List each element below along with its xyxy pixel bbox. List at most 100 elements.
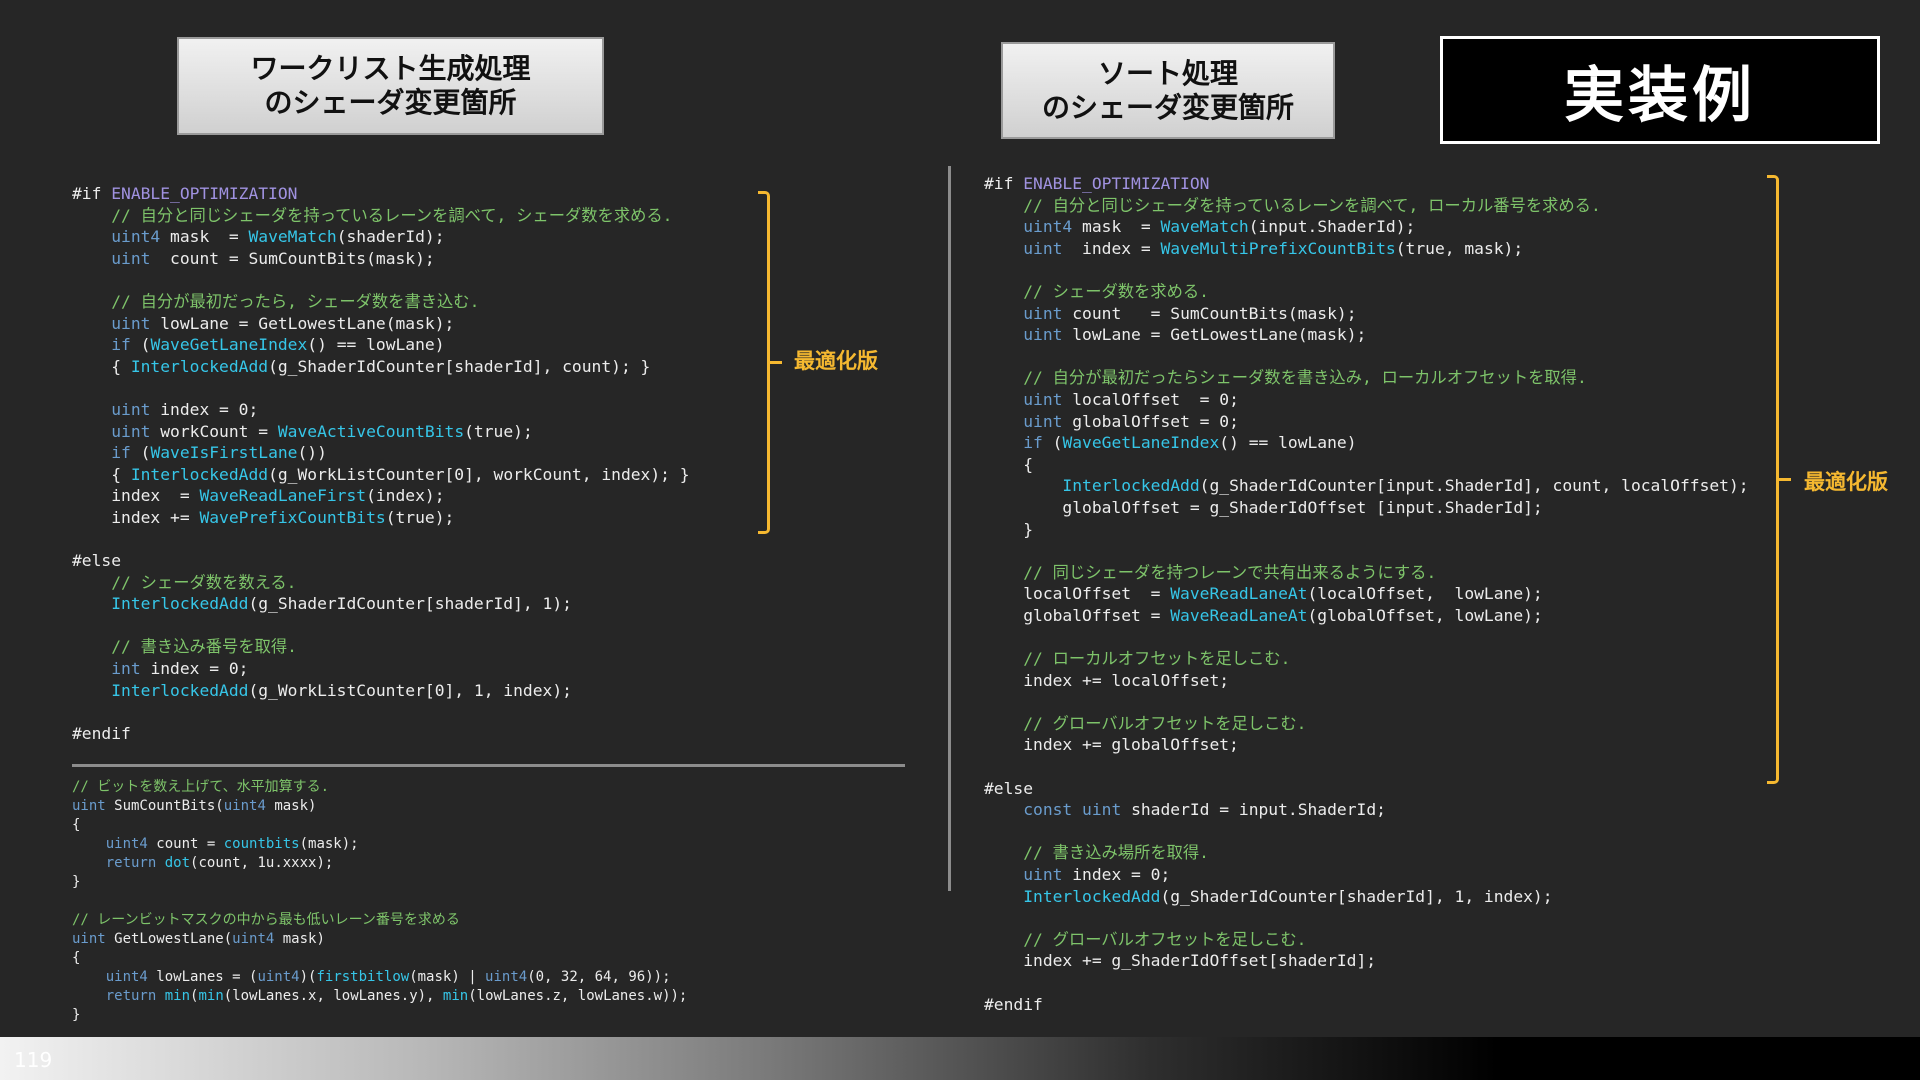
code-token: uint xyxy=(1023,865,1063,884)
code-token: WaveActiveCountBits xyxy=(277,421,465,441)
code-line: { xyxy=(72,816,687,835)
code-token: uint4 xyxy=(257,969,300,985)
code-token: uint xyxy=(111,421,151,441)
code-token: int xyxy=(111,659,141,679)
code-token: #if xyxy=(984,174,1024,193)
code-token: // 書き込み番号を取得. xyxy=(111,637,297,657)
code-line: ​ xyxy=(72,701,690,723)
implementation-example-label: 実装例 xyxy=(1440,36,1880,144)
code-line: uint index = 0; xyxy=(72,399,690,421)
code-token: (g_WorkListCounter[0], workCount, index)… xyxy=(268,464,690,484)
code-token: workCount = xyxy=(150,421,278,441)
code-line: uint4 mask = WaveMatch(shaderId); xyxy=(72,226,690,248)
code-line: if (WaveGetLaneIndex() == lowLane) xyxy=(72,334,690,356)
code-line: } xyxy=(72,873,687,892)
code-line: #if ENABLE_OPTIMIZATION xyxy=(984,173,1749,195)
code-line: uint4 count = countbits(mask); xyxy=(72,835,687,854)
code-token: #else xyxy=(72,551,122,571)
code-line: { InterlockedAdd(g_ShaderIdCounter[shade… xyxy=(72,356,690,378)
code-token: return xyxy=(105,855,157,871)
code-token: globalOffset = xyxy=(984,605,1171,625)
code-token: uint4 xyxy=(223,798,266,814)
code-token: uint xyxy=(72,798,106,814)
code-line: uint4 lowLanes = (uint4)(firstbitlow(mas… xyxy=(72,968,687,987)
code-token: localOffset = xyxy=(984,584,1171,604)
code-token: (globalOffset, lowLane); xyxy=(1307,605,1543,625)
code-token: index = 0; xyxy=(150,399,259,419)
code-line: { xyxy=(72,949,687,968)
code-token: uint xyxy=(1023,325,1063,345)
code-token: lowLane = GetLowestLane(mask); xyxy=(1062,325,1367,345)
code-line: { xyxy=(984,454,1749,476)
code-line: // グローバルオフセットを足しこむ. xyxy=(984,929,1749,951)
optimization-label-left: 最適化版 xyxy=(794,349,878,373)
code-token: WaveGetLaneIndex xyxy=(150,335,308,355)
code-token: WaveMultiPrefixCountBits xyxy=(1160,238,1396,258)
code-token: count = xyxy=(147,836,224,852)
code-token: count = SumCountBits(mask); xyxy=(1062,303,1357,323)
code-line: ​ xyxy=(984,691,1749,713)
code-token: dot xyxy=(164,855,191,871)
code-line: ​ xyxy=(984,756,1749,778)
code-line: // ローカルオフセットを足しこむ. xyxy=(984,648,1749,670)
code-token: // ローカルオフセットを足しこむ. xyxy=(1023,649,1291,669)
code-token: index += g_ShaderIdOffset[shaderId]; xyxy=(984,951,1377,971)
code-line: ​ xyxy=(984,259,1749,281)
code-line: // シェーダ数を求める. xyxy=(984,281,1749,303)
code-token: countbits xyxy=(223,836,300,852)
code-token: () == lowLane) xyxy=(307,335,445,355)
code-token: (input.ShaderId); xyxy=(1248,217,1416,237)
code-token: ENABLE_OPTIMIZATION xyxy=(1023,174,1210,193)
code-token: WaveReadLaneFirst xyxy=(199,486,367,506)
code-token: (true); xyxy=(464,421,533,441)
code-line: ​ xyxy=(984,626,1749,648)
code-token: uint xyxy=(111,248,151,268)
code-token: index = xyxy=(1062,238,1161,258)
code-token: WaveMatch xyxy=(248,227,337,247)
code-line: // グローバルオフセットを足しこむ. xyxy=(984,713,1749,735)
code-line: uint lowLane = GetLowestLane(mask); xyxy=(984,324,1749,346)
code-token: const xyxy=(1023,800,1073,820)
code-line: #if ENABLE_OPTIMIZATION xyxy=(72,183,690,205)
code-line: ​ xyxy=(984,972,1749,994)
code-line: const uint shaderId = input.ShaderId; xyxy=(984,799,1749,821)
optimization-bracket-left xyxy=(758,191,770,534)
code-token: count = SumCountBits(mask); xyxy=(150,248,435,268)
code-token: uint xyxy=(1023,303,1063,323)
utility-code-block: // ビットを数え上げて、水平加算する. uint SumCountBits(ui… xyxy=(72,778,687,1025)
code-token: { xyxy=(984,454,1034,474)
code-token: WaveGetLaneIndex xyxy=(1062,433,1220,453)
code-token: } xyxy=(72,1007,81,1023)
code-token: (g_ShaderIdCounter[shaderId], 1, index); xyxy=(1160,886,1553,906)
code-line: uint count = SumCountBits(mask); xyxy=(984,303,1749,325)
code-token: mask = xyxy=(1072,217,1161,237)
code-line: localOffset = WaveReadLaneAt(localOffset… xyxy=(984,583,1749,605)
code-token: WaveReadLaneAt xyxy=(1170,605,1308,625)
code-token: shaderId = input.ShaderId; xyxy=(1121,800,1386,820)
code-token: // ビットを数え上げて、水平加算する. xyxy=(72,779,330,795)
code-token: WaveMatch xyxy=(1160,217,1249,237)
code-line: index = WaveReadLaneFirst(index); xyxy=(72,485,690,507)
code-token: uint xyxy=(1023,238,1063,258)
code-token: firstbitlow xyxy=(316,969,410,985)
code-token: min xyxy=(442,988,469,1004)
code-line: index += globalOffset; xyxy=(984,734,1749,756)
code-token: ( xyxy=(130,335,151,355)
